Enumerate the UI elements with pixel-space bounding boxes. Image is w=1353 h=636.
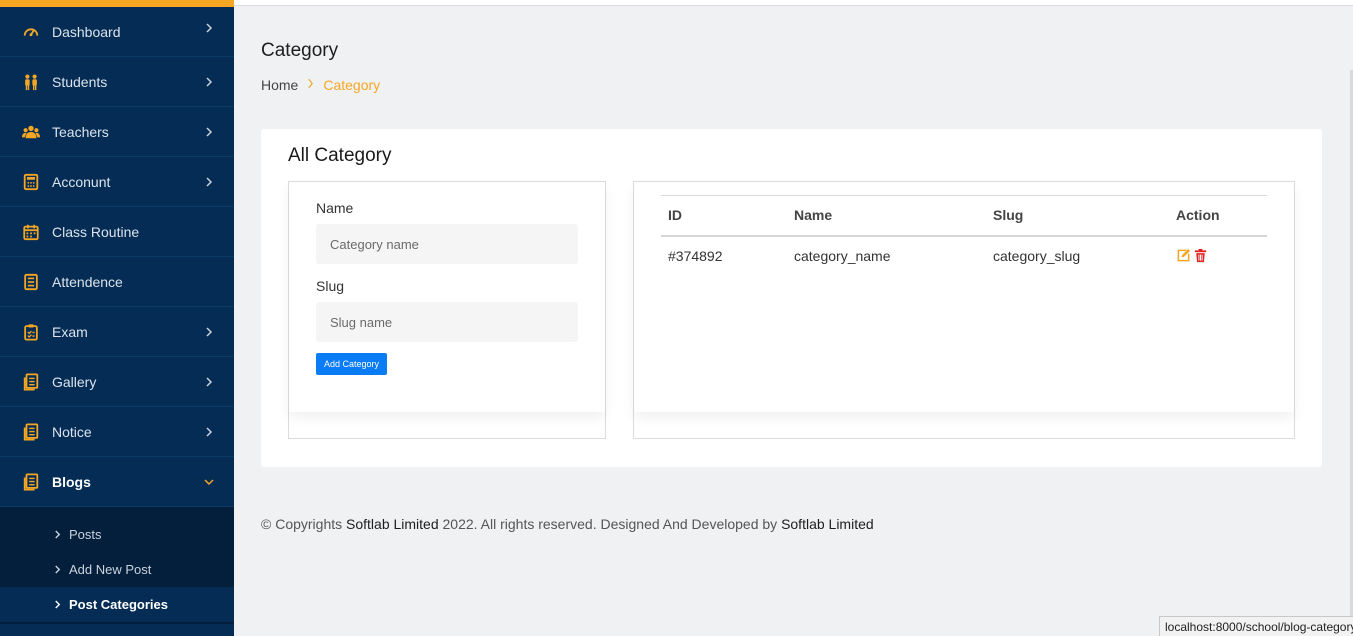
top-navbar xyxy=(234,0,1353,6)
sidebar-item-blogs[interactable]: Blogs xyxy=(0,457,234,507)
checklist-icon xyxy=(22,273,40,291)
chevron-right-icon xyxy=(204,23,214,33)
table-row: #374892 category_name category_slug xyxy=(661,236,1267,275)
submenu-item-posts[interactable]: Posts xyxy=(0,517,234,552)
add-category-button[interactable]: Add Category xyxy=(316,353,388,375)
cell-slug: category_slug xyxy=(993,247,1081,264)
sidebar-item-label: Blogs xyxy=(52,473,91,490)
submenu-item-post-categories[interactable]: Post Categories xyxy=(0,587,234,622)
footer-brand-link[interactable]: Softlab Limited xyxy=(346,516,439,532)
category-table-panel: ID Name Slug Action #374892 category_nam… xyxy=(633,181,1295,439)
chevron-right-icon xyxy=(204,326,214,337)
teachers-icon xyxy=(22,123,40,141)
sidebar-item-label: Gallery xyxy=(52,373,97,390)
chevron-down-icon xyxy=(204,477,214,487)
sidebar-item-notice[interactable]: Notice xyxy=(0,407,234,457)
sidebar-item-label: Class Routine xyxy=(52,223,140,240)
submenu-item-label: Post Categories xyxy=(69,597,168,612)
category-table-container: ID Name Slug Action #374892 category_nam… xyxy=(634,182,1294,412)
sidebar-item-teachers[interactable]: Teachers xyxy=(0,107,234,157)
chevron-right-icon xyxy=(54,565,61,574)
breadcrumb: Home Category xyxy=(261,77,380,93)
submenu-item-label: Posts xyxy=(69,527,102,542)
sidebar-item-class-routine[interactable]: Class Routine xyxy=(0,207,234,257)
footer-middle: 2022. All rights reserved. Designed And … xyxy=(438,516,782,532)
calendar-icon xyxy=(22,223,40,241)
sidebar-item-exam[interactable]: Exam xyxy=(0,307,234,357)
speedometer-icon xyxy=(22,23,40,41)
category-form-panel: Name Slug Add Category xyxy=(288,181,606,439)
sidebar-item-label: Acconunt xyxy=(52,173,111,190)
category-table: ID Name Slug Action #374892 category_nam… xyxy=(661,195,1267,275)
sidebar-item-account[interactable]: Acconunt xyxy=(0,157,234,207)
chevron-right-icon xyxy=(54,530,61,539)
column-header-action: Action xyxy=(1176,207,1220,224)
breadcrumb-home[interactable]: Home xyxy=(261,77,298,93)
chevron-right-icon xyxy=(54,600,61,609)
column-header-name: Name xyxy=(794,207,833,224)
delete-icon[interactable] xyxy=(1193,248,1208,263)
page-title: Category xyxy=(261,40,339,61)
sidebar-item-label: Notice xyxy=(52,423,92,440)
column-header-id: ID xyxy=(668,207,682,224)
breadcrumb-current: Category xyxy=(323,77,381,93)
chevron-right-icon xyxy=(204,176,214,187)
footer: © Copyrights Softlab Limited 2022. All r… xyxy=(261,516,874,532)
chevron-right-icon xyxy=(307,78,314,92)
students-icon xyxy=(22,73,40,91)
sidebar: Dashboard Students Teachers Acconunt Cla… xyxy=(0,0,234,636)
category-form: Name Slug Add Category xyxy=(289,182,605,412)
name-label: Name xyxy=(316,200,354,216)
sidebar-item-label: Exam xyxy=(52,323,88,340)
column-header-slug: Slug xyxy=(993,207,1024,224)
edit-icon[interactable] xyxy=(1176,248,1191,263)
sidebar-item-label: Attendence xyxy=(52,273,123,290)
cell-id: #374892 xyxy=(668,247,723,264)
document-icon xyxy=(22,372,40,391)
cell-name: category_name xyxy=(794,247,891,264)
clipboard-icon xyxy=(22,323,40,341)
cell-action xyxy=(1169,236,1267,275)
slug-label: Slug xyxy=(316,278,345,294)
calculator-icon xyxy=(22,173,40,191)
document-icon xyxy=(22,472,40,491)
sidebar-item-dashboard[interactable]: Dashboard xyxy=(0,0,234,57)
sidebar-item-attendence[interactable]: Attendence xyxy=(0,257,234,307)
sidebar-item-label: Dashboard xyxy=(52,23,121,40)
chevron-right-icon xyxy=(204,126,214,137)
card-title: All Category xyxy=(288,145,392,166)
chevron-right-icon xyxy=(204,376,214,387)
chevron-right-icon xyxy=(204,426,214,437)
table-header-row: ID Name Slug Action xyxy=(661,195,1267,236)
browser-status-url: localhost:8000/school/blog-category xyxy=(1159,616,1353,636)
footer-developer-link[interactable]: Softlab Limited xyxy=(781,516,874,532)
slug-input[interactable] xyxy=(316,302,578,342)
submenu-item-label: Add New Post xyxy=(69,562,152,577)
blogs-submenu: Posts Add New Post Post Categories xyxy=(0,507,234,624)
category-card: All Category Name Slug Add Category ID N… xyxy=(261,129,1322,467)
submenu-item-add-new-post[interactable]: Add New Post xyxy=(0,552,234,587)
category-name-input[interactable] xyxy=(316,224,578,264)
sidebar-item-students[interactable]: Students xyxy=(0,57,234,107)
sidebar-item-label: Students xyxy=(52,73,108,90)
sidebar-item-gallery[interactable]: Gallery xyxy=(0,357,234,407)
chevron-right-icon xyxy=(204,76,214,87)
sidebar-item-label: Teachers xyxy=(52,123,109,140)
document-icon xyxy=(22,422,40,441)
footer-prefix: © Copyrights xyxy=(261,516,347,532)
